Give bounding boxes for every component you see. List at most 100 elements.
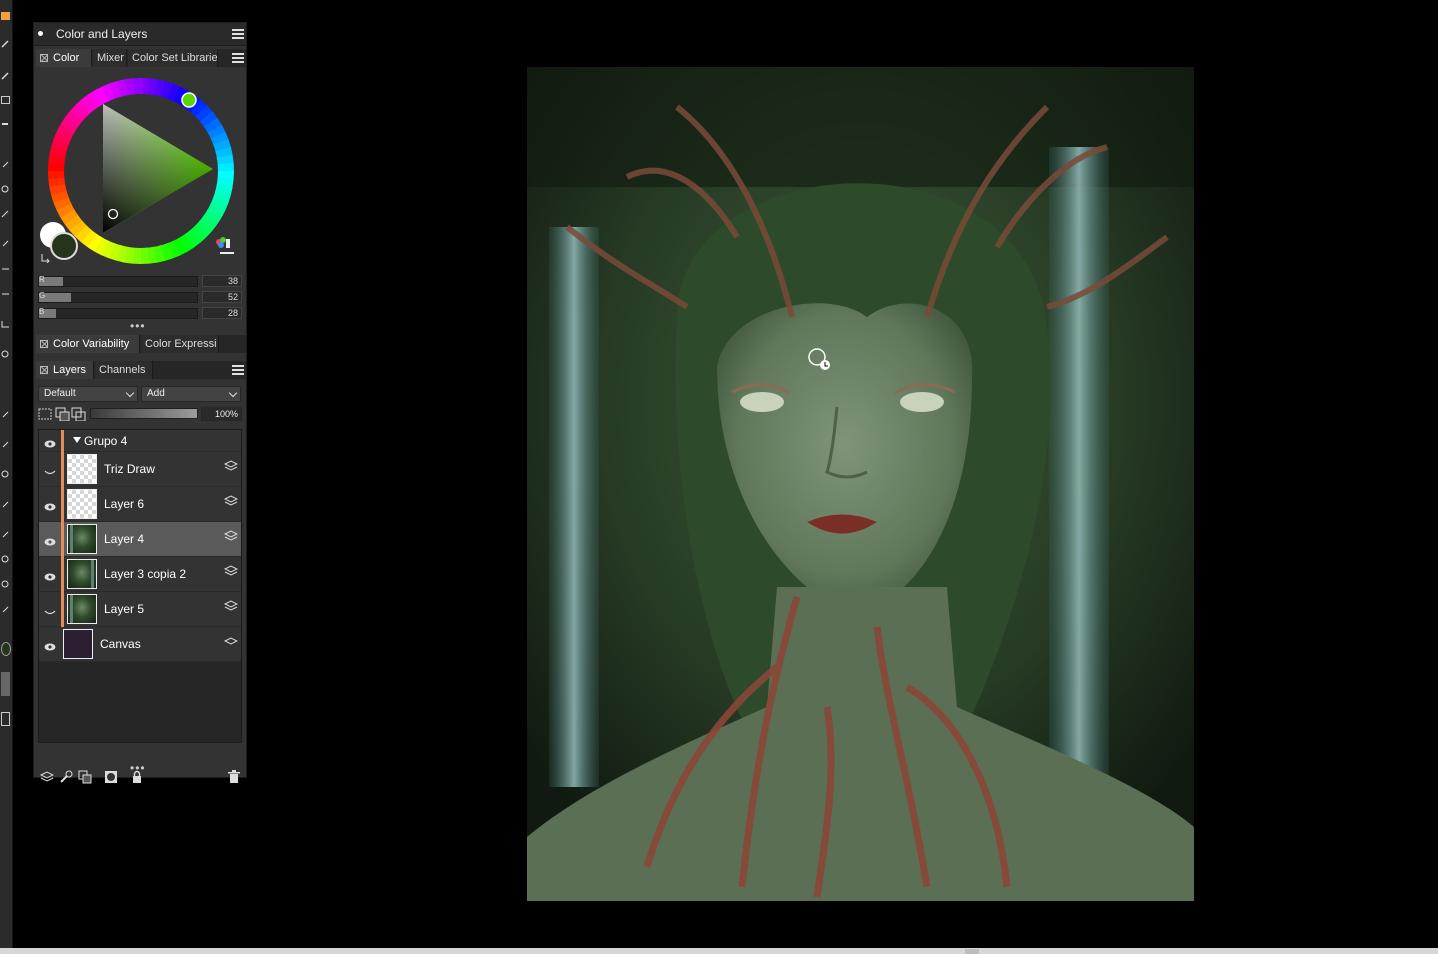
- eye-hidden-icon[interactable]: [44, 464, 56, 475]
- lasso-tool-icon[interactable]: [1, 185, 10, 193]
- close-icon[interactable]: [40, 366, 48, 374]
- right-waterfall: [1049, 147, 1109, 807]
- b-track[interactable]: [38, 308, 198, 319]
- right-eye: [900, 392, 944, 412]
- layer-color-bar: [61, 557, 64, 592]
- view-mode-icon[interactable]: [1, 712, 10, 726]
- composite-method-dropdown[interactable]: Add: [141, 386, 241, 402]
- canvas-thumbnail: [63, 629, 93, 659]
- hand-tool-icon[interactable]: [1, 500, 10, 508]
- eye-icon[interactable]: [44, 639, 56, 651]
- blend-preset-dropdown[interactable]: Default: [38, 386, 138, 402]
- slider-g[interactable]: G 52: [38, 291, 244, 303]
- eye-icon[interactable]: [44, 569, 56, 581]
- trash-icon[interactable]: [227, 770, 241, 784]
- crop-tool-icon[interactable]: [1, 320, 10, 328]
- wand-tool-icon[interactable]: [1, 210, 10, 218]
- slider-b[interactable]: B 28: [38, 307, 244, 319]
- ruler-tool-icon[interactable]: [1, 605, 10, 613]
- r-value-field[interactable]: 38: [202, 275, 242, 287]
- tab-color[interactable]: Color: [36, 49, 92, 67]
- eye-icon[interactable]: [44, 436, 56, 448]
- palette-menu-icon[interactable]: [232, 29, 244, 39]
- pencil-tool-icon[interactable]: [1, 72, 10, 80]
- group-color-bar: [61, 430, 64, 452]
- tab-layers[interactable]: Layers: [36, 361, 94, 379]
- swap-colors-icon[interactable]: [40, 250, 52, 264]
- r-track[interactable]: [38, 276, 198, 287]
- tab-color-set-libraries[interactable]: Color Set Librarie: [128, 49, 218, 67]
- text-tool-icon[interactable]: [1, 410, 10, 418]
- hue-handle[interactable]: [181, 92, 197, 108]
- pen-tool-icon[interactable]: [1, 40, 10, 48]
- close-icon[interactable]: [40, 54, 48, 62]
- opacity-fill: [91, 409, 197, 418]
- layer-row-layer-6[interactable]: Layer 6: [39, 487, 241, 522]
- paper-texture-icon[interactable]: [1, 672, 10, 696]
- tab-color-variability[interactable]: Color Variability: [36, 335, 140, 353]
- eye-icon[interactable]: [44, 534, 56, 546]
- smudge-tool-icon[interactable]: [1, 240, 10, 248]
- color-tab-menu-icon[interactable]: [232, 53, 244, 63]
- fill-tool-icon[interactable]: [1, 440, 10, 448]
- opacity-slider[interactable]: [90, 408, 198, 419]
- layer-name: Layer 3 copia 2: [104, 567, 187, 581]
- layer-row-triz-draw[interactable]: Triz Draw: [39, 452, 241, 487]
- layer-name: Layer 6: [104, 497, 145, 511]
- layer-row-layer-4[interactable]: Layer 4: [39, 522, 241, 557]
- mask-icon[interactable]: [104, 770, 118, 784]
- tab-color-expression[interactable]: Color Expressi: [141, 335, 219, 353]
- transform-tool-icon[interactable]: [1, 290, 10, 298]
- arrow-tool-icon[interactable]: [1, 265, 10, 273]
- layer-row-layer-5[interactable]: Layer 5: [39, 592, 241, 627]
- eye-icon[interactable]: [44, 499, 56, 511]
- eraser-tool-icon[interactable]: [1, 120, 10, 128]
- g-value-field[interactable]: 52: [202, 291, 242, 303]
- b-value-field[interactable]: 28: [202, 307, 242, 319]
- g-track[interactable]: [38, 292, 198, 303]
- layer-tools-icon[interactable]: [59, 770, 73, 784]
- duplicate-layer-icon[interactable]: [78, 770, 92, 784]
- layer-row-canvas[interactable]: Canvas: [39, 627, 241, 662]
- color-sub-tab-row: Color Variability Color Expressi: [36, 335, 246, 353]
- rotate-tool-icon[interactable]: [1, 555, 10, 563]
- shape-tool-icon[interactable]: [1, 350, 10, 358]
- current-color-swatch[interactable]: [1, 642, 11, 656]
- opacity-value-field[interactable]: 100%: [201, 407, 242, 421]
- color-space-icon[interactable]: [214, 236, 234, 258]
- new-layer-icon[interactable]: [39, 770, 55, 784]
- color-tab-row: Color Mixer Color Set Librarie: [36, 49, 246, 67]
- chevron-down-icon: [228, 388, 238, 398]
- palette-title: Color and Layers: [56, 27, 148, 41]
- group-expand-triangle-icon[interactable]: [73, 437, 81, 443]
- canvas-paper-icon: [223, 633, 239, 645]
- scrollbar-thumb[interactable]: [965, 949, 979, 954]
- more-options-dots-icon[interactable]: •••: [130, 320, 146, 332]
- mirror-tool-icon[interactable]: [1, 580, 10, 588]
- color-and-layers-palette: Color and Layers Color Mixer Color Set L…: [33, 22, 247, 784]
- layer-list[interactable]: Grupo 4 Triz Draw Layer 6 Layer 4 Layer …: [38, 429, 242, 743]
- color-wheel[interactable]: [40, 76, 236, 266]
- tab-channels[interactable]: Channels: [95, 361, 153, 379]
- palette-collapse-dot-icon[interactable]: [38, 31, 43, 36]
- close-icon[interactable]: [40, 340, 48, 348]
- horizontal-scrollbar[interactable]: [0, 948, 1438, 954]
- saturation-value-triangle[interactable]: [103, 104, 213, 233]
- main-color-swatch[interactable]: [50, 232, 78, 260]
- chevron-down-icon: [125, 388, 135, 398]
- layer-color-bar: [61, 487, 64, 522]
- select-tool-icon[interactable]: [1, 96, 10, 104]
- layer-row-layer-3-copia-2[interactable]: Layer 3 copia 2: [39, 557, 241, 592]
- layers-more-options-dots-icon[interactable]: •••: [130, 762, 146, 774]
- slider-r[interactable]: R 38: [38, 275, 244, 287]
- dropper-tool-icon[interactable]: [1, 470, 10, 478]
- layer-group-row[interactable]: Grupo 4: [39, 430, 241, 452]
- eye-hidden-icon[interactable]: [44, 604, 56, 615]
- layers-menu-icon[interactable]: [232, 365, 244, 375]
- tab-mixer[interactable]: Mixer: [93, 49, 127, 67]
- brush-tool-icon[interactable]: [1, 12, 10, 20]
- zoom-tool-icon[interactable]: [1, 530, 10, 538]
- blend-tool-icon[interactable]: [1, 160, 10, 168]
- canvas-artwork[interactable]: [527, 67, 1194, 901]
- palette-title-bar[interactable]: Color and Layers: [34, 23, 246, 46]
